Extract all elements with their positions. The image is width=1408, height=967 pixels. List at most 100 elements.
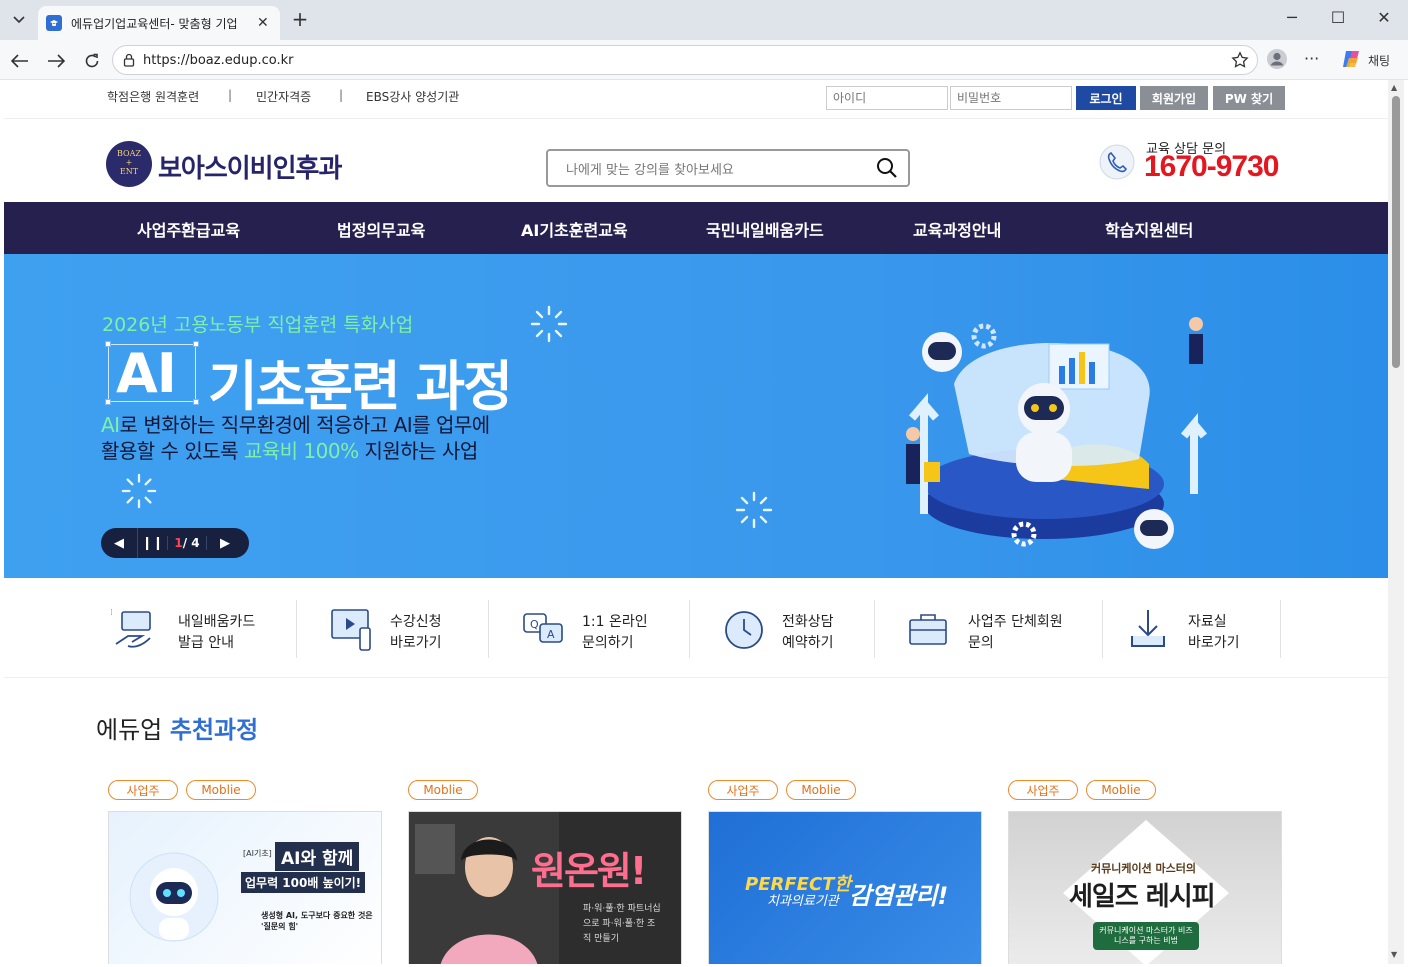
utility-bar: 학점은행 원격훈련 | 민간자격증 | EBS강사 양성기관 로그인 회원가입 … <box>4 80 1388 118</box>
web-page: 학점은행 원격훈련 | 민간자격증 | EBS강사 양성기관 로그인 회원가입 … <box>4 80 1388 964</box>
id-input[interactable] <box>826 86 948 110</box>
util-separator: | <box>228 88 233 102</box>
nav-ai-basic-training[interactable]: AI기초훈련교육 <box>521 217 628 241</box>
card-headline: 세일즈 레시피 <box>1069 882 1216 912</box>
profile-avatar-icon[interactable] <box>1266 48 1288 74</box>
svg-text:A: A <box>547 628 555 641</box>
rec-title-a: 에듀업 <box>96 716 170 744</box>
hero-desc-text: 로 변화하는 직무환경에 적응하고 AI를 업무에 <box>119 413 491 437</box>
badge-mobile: Moblie <box>186 780 256 800</box>
site-header: BOAZ + ENT 보아스이비인후과 나에게 맞는 강의를 찾아보세요 교육 … <box>4 118 1388 202</box>
tab-list-button[interactable] <box>6 8 32 32</box>
card-headline: AI와 함께 <box>275 842 360 871</box>
browser-tab[interactable]: 에듀업기업교육센터- 맞춤형 기업 ✕ <box>38 6 280 40</box>
slide-pause-button[interactable]: ❙❙ <box>137 528 167 558</box>
card-caption: 커뮤니케이션 마스터가 비즈니스를 구하는 비법 <box>1093 922 1199 950</box>
slide-next-button[interactable]: ▶ <box>207 528 243 558</box>
recommended-title: 에듀업 추천과정 <box>96 710 258 745</box>
copilot-icon[interactable] <box>1340 48 1362 74</box>
course-card-one-on-one[interactable]: 원온원! 파·워·풀·한 파트너십으로 파·워·풀·한 조직 만들기 <box>408 811 682 964</box>
qa-chat-icon: QA <box>523 613 563 643</box>
card-subheadline: 치과의료기관 <box>767 894 839 909</box>
course-card-ai[interactable]: [AI기초] AI와 함께 업무력 100배 높이기! 생성형 AI, 도구보다… <box>108 811 382 964</box>
quick-label: 예약하기 <box>782 635 834 651</box>
minimize-button[interactable]: ─ <box>1277 8 1307 27</box>
nav-learning-card[interactable]: 국민내일배움카드 <box>706 217 824 241</box>
rec-title-b: 추천과정 <box>169 716 259 744</box>
card-subheadline: 업무력 100배 높이기! <box>241 872 366 893</box>
logo-emblem[interactable]: BOAZ + ENT <box>106 141 152 187</box>
back-button[interactable] <box>9 50 31 72</box>
close-window-button[interactable]: ✕ <box>1369 8 1399 27</box>
card-headline: 원온원! <box>531 849 647 893</box>
quick-label: 내일배움카드 <box>178 614 256 630</box>
phone-clock-icon <box>725 611 763 649</box>
card-hand-icon: ⁞ <box>110 608 151 648</box>
quick-label: 문의 <box>968 635 994 651</box>
maximize-button[interactable]: ☐ <box>1323 8 1353 27</box>
badge-mobile: Moblie <box>1086 780 1156 800</box>
search-icon[interactable] <box>876 157 898 183</box>
course-card-sales[interactable]: 커뮤니케이션 마스터의 세일즈 레시피 커뮤니케이션 마스터가 비즈니스를 구하… <box>1008 811 1282 964</box>
logo-badge-line: ENT <box>119 167 139 176</box>
page-scrollbar[interactable]: ▲ ▼ <box>1388 80 1404 964</box>
login-button[interactable]: 로그인 <box>1076 86 1136 110</box>
util-link-ebs[interactable]: EBS강사 양성기관 <box>366 88 459 105</box>
hero-desc-text: 활용할 수 있도록 <box>101 439 244 463</box>
scroll-thumb[interactable] <box>1392 96 1400 368</box>
card-caption: 감염관리! <box>849 882 949 910</box>
course-search-box[interactable]: 나에게 맞는 강의를 찾아보세요 <box>546 149 910 187</box>
hero-title: 기초훈련 과정 <box>208 355 513 418</box>
favorite-star-icon[interactable] <box>1231 51 1249 73</box>
chevron-down-icon <box>13 16 25 24</box>
phone-icon <box>1098 143 1136 185</box>
search-input[interactable]: 나에게 맞는 강의를 찾아보세요 <box>566 159 734 178</box>
sparkle-icon <box>530 305 568 343</box>
nav-employer-refund[interactable]: 사업주환급교육 <box>137 217 240 241</box>
close-tab-icon[interactable]: ✕ <box>257 15 269 31</box>
slide-prev-button[interactable]: ◀ <box>101 528 137 558</box>
hero-desc-highlight: 교육비 100% <box>243 439 359 463</box>
scroll-up-icon[interactable]: ▲ <box>1391 83 1397 92</box>
slider-controls: ◀ ❙❙ 1/ 4 ▶ <box>101 528 249 558</box>
more-menu-icon[interactable]: ··· <box>1304 49 1319 68</box>
site-favicon-icon <box>46 15 62 31</box>
logo-text[interactable]: 보아스이비인후과 <box>158 148 342 185</box>
quick-menu: ⁞ 내일배움카드 발급 안내 수강신청 바로가기 QA 1:1 온라인 문의하기 전화… <box>4 578 1388 678</box>
course-card-dental[interactable]: PERFECT한 치과의료기관 감염관리! <box>708 811 982 964</box>
nav-mandatory-education[interactable]: 법정의무교육 <box>337 217 425 241</box>
signup-button[interactable]: 회원가입 <box>1140 86 1208 110</box>
password-input[interactable] <box>950 86 1072 110</box>
card-caption: 파·워·풀·한 파트너십으로 파·워·풀·한 조직 만들기 <box>583 904 661 944</box>
slide-total: / 4 <box>182 536 200 550</box>
sparkle-icon <box>121 473 157 509</box>
logo-badge-line: + <box>125 158 133 167</box>
forward-button[interactable] <box>45 50 67 72</box>
hero-desc-text: 지원하는 사업 <box>358 439 478 463</box>
badge-employer: 사업주 <box>708 780 778 800</box>
scroll-down-icon[interactable]: ▼ <box>1391 950 1397 959</box>
hero-desc-highlight: AI <box>101 413 120 437</box>
hero-banner[interactable]: 2026년 고용노동부 직업훈련 특화사업 AI 기초훈련 과정 AI로 변화하… <box>4 254 1388 578</box>
download-icon <box>1131 610 1165 647</box>
util-link-credit-bank[interactable]: 학점은행 원격훈련 <box>107 88 199 105</box>
svg-text:⁞: ⁞ <box>110 608 113 618</box>
address-bar[interactable]: https://boaz.edup.co.kr <box>112 45 1258 75</box>
reload-button[interactable] <box>81 50 103 72</box>
svg-text:Q: Q <box>530 618 539 631</box>
tab-strip: 에듀업기업교육센터- 맞춤형 기업 ✕ + ─ ☐ ✕ <box>0 0 1408 40</box>
phone-number[interactable]: 1670-9730 <box>1144 150 1279 184</box>
chat-label[interactable]: 채팅 <box>1368 52 1390 69</box>
card-subheadline: 커뮤니케이션 마스터의 <box>1091 862 1197 875</box>
find-password-button[interactable]: PW 찾기 <box>1213 86 1285 110</box>
url-text: https://boaz.edup.co.kr <box>143 52 294 68</box>
nav-course-guide[interactable]: 교육과정안내 <box>913 217 1001 241</box>
util-link-certificate[interactable]: 민간자격증 <box>256 88 311 105</box>
browser-window: 에듀업기업교육센터- 맞춤형 기업 ✕ + ─ ☐ ✕ https://boaz… <box>0 0 1408 967</box>
nav-learning-support[interactable]: 학습지원센터 <box>1105 217 1193 241</box>
lock-icon <box>123 53 135 67</box>
hero-description: AI로 변화하는 직무환경에 적응하고 AI를 업무에 활용할 수 있도록 교육… <box>101 412 490 464</box>
new-tab-button[interactable]: + <box>288 9 312 31</box>
hero-title-ai: AI <box>116 342 177 405</box>
arrow-left-icon <box>11 54 28 68</box>
